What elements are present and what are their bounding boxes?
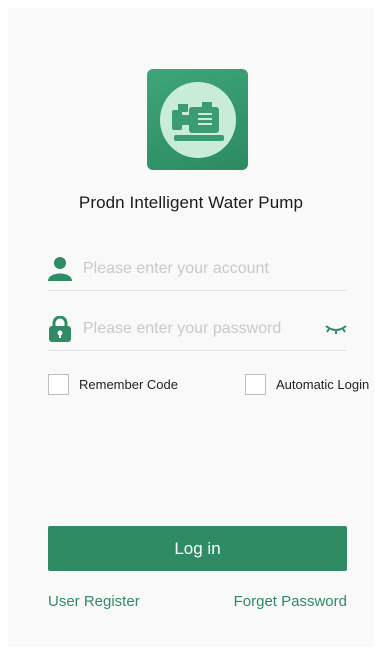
remember-code-label: Remember Code [79, 377, 178, 392]
user-icon [48, 257, 72, 281]
app-logo [147, 69, 248, 170]
automatic-login-label: Automatic Login [276, 377, 370, 392]
user-register-link[interactable]: User Register [48, 593, 140, 610]
lock-icon [49, 316, 71, 342]
remember-code-box[interactable] [48, 374, 69, 395]
remember-code-checkbox[interactable]: Remember Code [48, 374, 178, 395]
eye-closed-icon[interactable] [325, 321, 347, 337]
account-input[interactable] [83, 255, 313, 283]
automatic-login-box[interactable] [245, 374, 266, 395]
password-input[interactable] [83, 315, 313, 343]
login-button[interactable]: Log in [48, 526, 347, 571]
account-field [48, 251, 347, 291]
forget-password-link[interactable]: Forget Password [234, 593, 347, 610]
water-pump-icon [159, 81, 236, 158]
app-title: Prodn Intelligent Water Pump [78, 193, 304, 212]
automatic-login-checkbox[interactable]: Automatic Login [245, 374, 369, 395]
password-field [48, 311, 347, 351]
